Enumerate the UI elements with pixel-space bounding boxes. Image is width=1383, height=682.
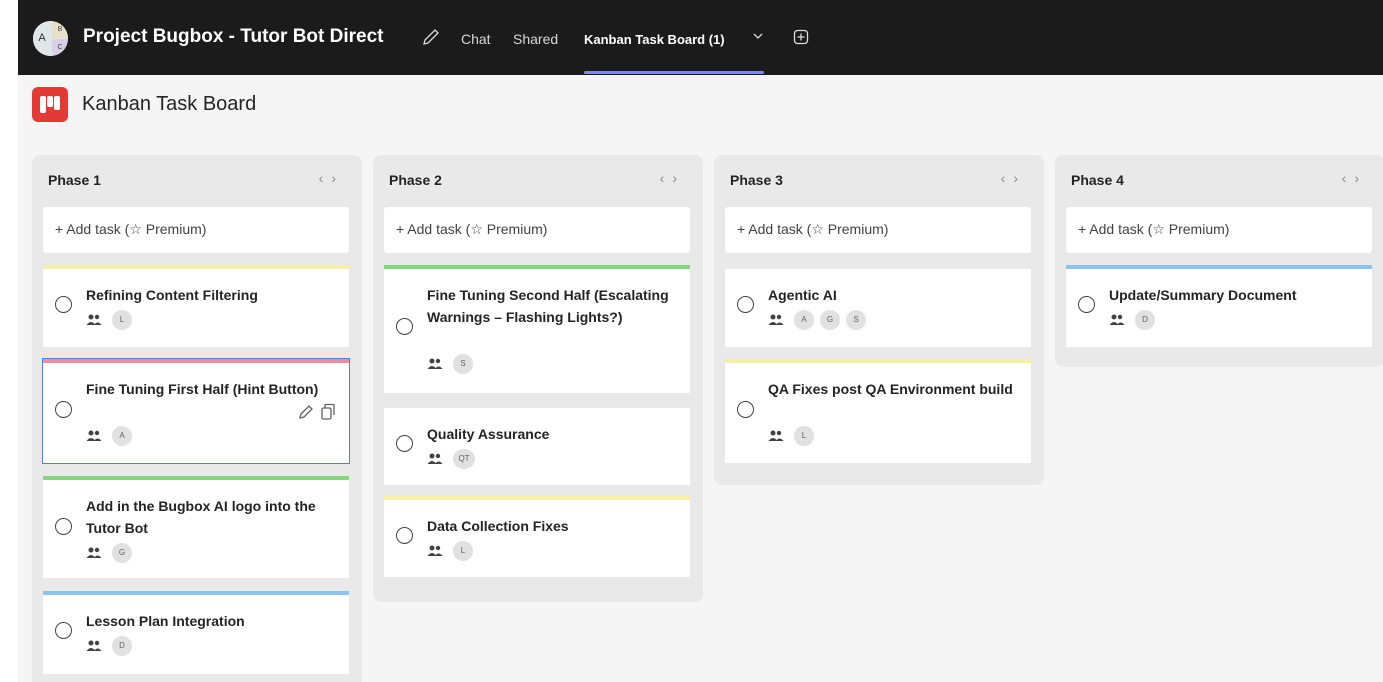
people-icon bbox=[86, 430, 102, 441]
assignee-avatar[interactable]: S bbox=[453, 354, 473, 374]
card-actions[interactable] bbox=[297, 403, 337, 421]
add-task-button[interactable]: + Add task (☆ Premium) bbox=[725, 207, 1031, 253]
people-icon bbox=[427, 545, 443, 556]
add-task-button[interactable]: + Add task (☆ Premium) bbox=[384, 207, 690, 253]
assignee-avatar[interactable]: L bbox=[112, 310, 132, 330]
task-title: Fine Tuning First Half (Hint Button) bbox=[86, 381, 319, 397]
people-icon bbox=[768, 430, 784, 441]
assignee-avatar[interactable]: A bbox=[112, 426, 132, 446]
assignee-avatar[interactable]: D bbox=[1135, 310, 1155, 330]
people-icon bbox=[768, 314, 784, 325]
app-title: Kanban Task Board bbox=[82, 93, 257, 115]
column-nav-arrows[interactable]: ‹› bbox=[1342, 170, 1367, 186]
column-nav-arrows[interactable]: ‹› bbox=[319, 170, 344, 186]
tab-chat[interactable]: Chat bbox=[461, 31, 491, 47]
column-title: Phase 1 bbox=[48, 172, 101, 188]
kanban-column: Phase 4 ‹› + Add task (☆ Premium) Update/Su… bbox=[1055, 155, 1383, 367]
task-card[interactable]: QA Fixes post QA Environment build L bbox=[725, 359, 1031, 463]
people-icon bbox=[86, 640, 102, 651]
assignee-avatar[interactable]: S bbox=[846, 310, 866, 330]
complete-task-radio[interactable] bbox=[737, 401, 754, 418]
add-task-button[interactable]: + Add task (☆ Premium) bbox=[43, 207, 349, 253]
assignee-avatar[interactable]: G bbox=[820, 310, 840, 330]
complete-task-radio[interactable] bbox=[55, 401, 72, 418]
column-title: Phase 4 bbox=[1071, 172, 1124, 188]
task-title: QA Fixes post QA Environment build bbox=[768, 381, 1013, 397]
people-icon bbox=[86, 314, 102, 325]
complete-task-radio[interactable] bbox=[396, 527, 413, 544]
kanban-column: Phase 1 ‹› + Add task (☆ Premium) Refining … bbox=[32, 155, 362, 682]
task-card[interactable]: Fine Tuning Second Half (Escalating Warn… bbox=[384, 265, 690, 393]
column-nav-arrows[interactable]: ‹› bbox=[1001, 170, 1026, 186]
complete-task-radio[interactable] bbox=[737, 296, 754, 313]
app-area: Kanban Task Board Phase 1 ‹› + Add task (☆… bbox=[18, 75, 1383, 682]
assignee-avatar[interactable]: A bbox=[794, 310, 814, 330]
group-avatar[interactable]: A B C bbox=[33, 21, 68, 56]
column-title: Phase 3 bbox=[730, 172, 783, 188]
task-card[interactable]: Update/Summary Document D bbox=[1066, 265, 1372, 347]
top-bar: A B C Project Bugbox - Tutor Bot Direct … bbox=[18, 0, 1383, 75]
task-card[interactable]: Fine Tuning First Half (Hint Button) A bbox=[42, 358, 350, 464]
tab-kanban-task-board[interactable]: Kanban Task Board (1) bbox=[584, 32, 725, 47]
kanban-column: Phase 2 ‹› + Add task (☆ Premium) Fine Tuni… bbox=[373, 155, 703, 602]
task-card[interactable]: Refining Content Filtering L bbox=[43, 265, 349, 347]
assignee-avatar[interactable]: QT bbox=[453, 449, 475, 469]
tab-shared[interactable]: Shared bbox=[513, 31, 558, 47]
task-card[interactable]: Data Collection Fixes L bbox=[384, 496, 690, 577]
task-card[interactable]: Agentic AI A G S bbox=[725, 265, 1031, 347]
add-task-button[interactable]: + Add task (☆ Premium) bbox=[1066, 207, 1372, 253]
assignee-avatar[interactable]: G bbox=[112, 543, 132, 563]
task-card[interactable]: Lesson Plan Integration D bbox=[43, 591, 349, 674]
assignee-avatar[interactable]: L bbox=[794, 426, 814, 446]
task-title: Fine Tuning Second Half (Escalating Warn… bbox=[427, 287, 669, 325]
people-icon bbox=[427, 358, 443, 369]
complete-task-radio[interactable] bbox=[55, 622, 72, 639]
active-tab-indicator bbox=[584, 71, 764, 74]
column-nav-arrows[interactable]: ‹› bbox=[660, 170, 685, 186]
task-title: Add in the Bugbox AI logo into the Tutor… bbox=[86, 498, 316, 536]
pencil-icon[interactable] bbox=[299, 405, 313, 419]
assignee-avatar[interactable]: D bbox=[112, 636, 132, 656]
add-tab-icon[interactable] bbox=[793, 29, 809, 45]
complete-task-radio[interactable] bbox=[1078, 296, 1095, 313]
app-logo bbox=[32, 87, 68, 122]
column-title: Phase 2 bbox=[389, 172, 442, 188]
task-title: Quality Assurance bbox=[427, 426, 550, 442]
people-icon bbox=[427, 453, 443, 464]
complete-task-radio[interactable] bbox=[55, 296, 72, 313]
avatar-initial: C bbox=[52, 39, 68, 56]
task-card[interactable]: Quality Assurance QT bbox=[384, 404, 690, 485]
pencil-icon[interactable] bbox=[421, 27, 441, 47]
task-title: Update/Summary Document bbox=[1109, 287, 1297, 303]
avatar-initial: B bbox=[52, 21, 68, 38]
copy-icon[interactable] bbox=[321, 403, 335, 420]
people-icon bbox=[86, 547, 102, 558]
avatar-initial: A bbox=[33, 21, 51, 56]
people-icon bbox=[1109, 314, 1125, 325]
task-title: Refining Content Filtering bbox=[86, 287, 258, 303]
complete-task-radio[interactable] bbox=[396, 318, 413, 335]
chat-title: Project Bugbox - Tutor Bot Direct bbox=[83, 26, 384, 47]
task-title: Data Collection Fixes bbox=[427, 518, 569, 534]
task-title: Agentic AI bbox=[768, 287, 837, 303]
chevron-down-icon[interactable] bbox=[752, 30, 764, 42]
assignee-avatar[interactable]: L bbox=[453, 541, 473, 561]
complete-task-radio[interactable] bbox=[55, 518, 72, 535]
task-title: Lesson Plan Integration bbox=[86, 613, 245, 629]
task-card[interactable]: Add in the Bugbox AI logo into the Tutor… bbox=[43, 476, 349, 578]
kanban-column: Phase 3 ‹› + Add task (☆ Premium) Agentic A… bbox=[714, 155, 1044, 485]
complete-task-radio[interactable] bbox=[396, 435, 413, 452]
